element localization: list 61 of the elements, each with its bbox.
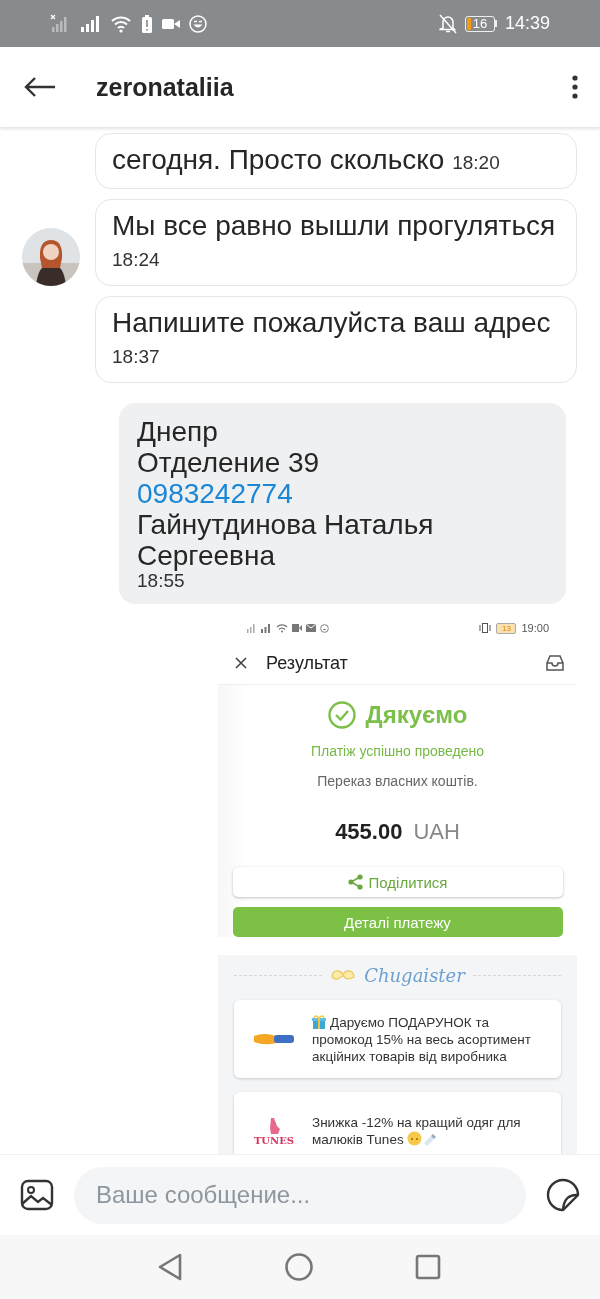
wifi-icon <box>110 13 132 34</box>
offer-text: Знижка -12% на кращий одяг для малюків Tunes <box>312 1114 522 1148</box>
no-signal-icon <box>246 623 256 633</box>
message-time: 18:55 <box>137 571 185 591</box>
phone-link[interactable]: 0983242774 <box>137 478 293 509</box>
signal-icon <box>260 623 272 633</box>
vibrate-icon <box>479 623 492 633</box>
message-text: Днепр <box>137 416 218 447</box>
message-text: Напишите пожалуйста ваш адрес <box>112 307 551 338</box>
gift-icon <box>312 1014 326 1029</box>
screen-title: Результат <box>266 652 348 674</box>
club-logo-icon <box>254 1033 294 1045</box>
video-camera-icon <box>162 16 180 31</box>
message-time: 18:37 <box>112 346 160 367</box>
home-nav-icon[interactable] <box>285 1253 313 1281</box>
back-arrow-icon[interactable] <box>24 76 56 98</box>
success-heading: Дякуємо <box>365 701 468 729</box>
inbox-icon[interactable] <box>545 654 565 672</box>
muted-bell-icon <box>438 13 457 34</box>
share-button[interactable]: Поділитися <box>232 867 563 897</box>
more-options-icon[interactable] <box>572 75 578 99</box>
image-icon[interactable] <box>20 1179 54 1211</box>
message-input[interactable]: Ваше сообщение... <box>74 1166 526 1224</box>
share-icon <box>347 874 363 890</box>
message-text: Мы все равно вышли прогуляться <box>112 210 556 241</box>
bottle-icon <box>422 1131 437 1146</box>
message-time: 18:24 <box>112 249 160 270</box>
recents-nav-icon[interactable] <box>415 1254 441 1280</box>
offer-text: Даруємо ПОДАРУНОК та промокод 15% на весь асортимент акційних товарів від виробника <box>312 1013 532 1065</box>
signal-icon <box>79 13 101 34</box>
offer-card[interactable]: Даруємо ПОДАРУНОК та промокод 15% на весь асортимент акційних товарів від виробника <box>234 1000 561 1078</box>
currency: UAH <box>413 819 460 845</box>
payment-description: Переказ власних коштів. <box>317 773 478 789</box>
back-nav-icon[interactable] <box>157 1253 183 1281</box>
mustache-icon <box>330 968 357 983</box>
smiley-icon <box>189 14 207 33</box>
battery-alert-icon <box>141 13 153 34</box>
message-time: 18:20 <box>452 152 500 173</box>
payment-status: Платіж успішно проведено <box>310 743 484 759</box>
brand-logo-text: Chugaister <box>364 965 465 986</box>
details-button[interactable]: Деталі платежу <box>232 907 563 937</box>
message-text: Отделение 39 <box>137 447 320 478</box>
battery-level: 16 <box>464 15 495 32</box>
smiley-icon <box>320 623 329 633</box>
wifi-icon <box>276 623 288 633</box>
clock-time: 19:00 <box>521 622 549 634</box>
battery-level: 13 <box>496 622 517 634</box>
video-camera-icon <box>292 624 302 632</box>
no-signal-icon <box>50 13 70 34</box>
baby-icon <box>407 1131 423 1146</box>
message-text: Гайнутдинова Наталья Сергеевна <box>137 509 434 571</box>
sticker-icon[interactable] <box>546 1178 580 1212</box>
clock-time: 14:39 <box>504 13 550 34</box>
payment-amount: 455.00 <box>335 819 403 845</box>
message-text: сегодня. Просто скольско <box>112 144 445 175</box>
close-icon[interactable] <box>234 656 248 670</box>
check-circle-icon <box>327 701 356 729</box>
offer-card[interactable]: TUNES Знижка -12% на кращий одяг для малюків Tunes <box>234 1092 561 1154</box>
brand-logo-text: TUNES <box>253 1134 295 1146</box>
chat-title: zeronataliia <box>96 72 234 102</box>
mail-icon <box>306 624 316 632</box>
